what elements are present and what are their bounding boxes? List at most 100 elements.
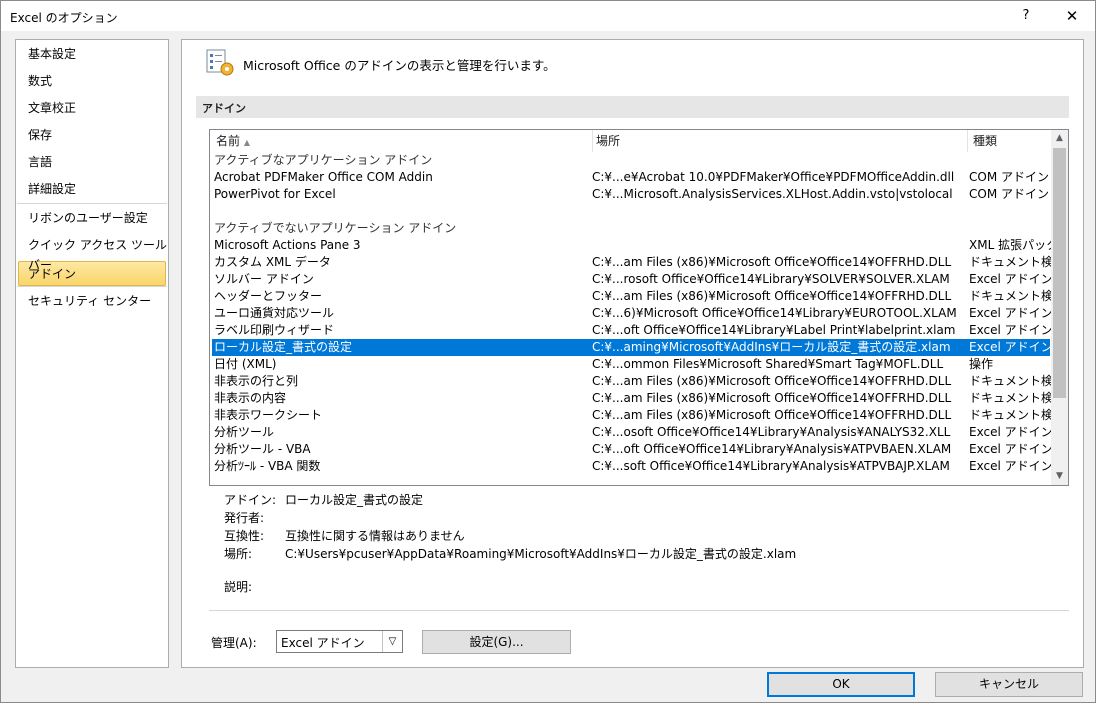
addins-list[interactable]: 名前 ▲ 場所 種類 アクティブなアプリケーション アドイン Acrobat P… bbox=[209, 129, 1069, 486]
addin-name-cell: 分析ツール bbox=[214, 425, 275, 439]
chevron-down-icon[interactable]: ▽ bbox=[382, 631, 402, 652]
panel-description: Microsoft Office のアドインの表示と管理を行います。 bbox=[243, 58, 556, 73]
addin-name-cell: ユーロ通貨対応ツール bbox=[214, 306, 335, 320]
column-header-name-label: 名前 bbox=[216, 134, 241, 148]
nav-item-save[interactable]: 保存 bbox=[28, 125, 52, 145]
addin-name-cell: ソルバー アドイン bbox=[214, 272, 314, 286]
addin-type-cell: Excel アドイン bbox=[969, 340, 1051, 354]
addin-type-cell: 操作 bbox=[969, 357, 994, 371]
addin-type-cell: Excel アドイン bbox=[969, 323, 1051, 337]
table-row[interactable]: ローカル設定_書式の設定 C:¥...aming¥Microsoft¥AddIns… bbox=[212, 339, 1051, 356]
addin-location-cell: C:¥...aming¥Microsoft¥AddIns¥ローカル設定_書式の設… bbox=[592, 340, 951, 354]
table-row[interactable]: PowerPivot for Excel C:¥...Microsoft.Anal… bbox=[212, 186, 1050, 203]
table-row[interactable]: 分析ツール - VBA C:¥...oft Office¥Office14¥Lib… bbox=[212, 441, 1051, 458]
table-row[interactable]: 非表示の行と列 C:¥...am Files (x86)¥Microsoft Of… bbox=[212, 373, 1051, 390]
ok-button[interactable]: OK bbox=[767, 672, 915, 697]
manage-label: 管理(A): bbox=[211, 636, 257, 650]
table-row[interactable]: 分析ツール C:¥...osoft Office¥Office14¥Library… bbox=[212, 424, 1051, 441]
addin-name-cell: カスタム XML データ bbox=[214, 255, 331, 269]
addin-location-cell: C:¥...oft Office¥Office14¥Library¥Analys… bbox=[592, 442, 952, 456]
addin-type-cell: XML 拡張パック bbox=[969, 238, 1051, 252]
addin-location-cell: C:¥...am Files (x86)¥Microsoft Office¥Of… bbox=[592, 255, 952, 269]
table-row[interactable]: Microsoft Actions Pane 3 XML 拡張パック bbox=[212, 237, 1051, 254]
scroll-up-icon[interactable]: ▲ bbox=[1051, 130, 1068, 147]
nav-item-trust-center[interactable]: セキュリティ センター bbox=[28, 291, 151, 311]
addin-location-cell: C:¥...soft Office¥Office14¥Library¥Analy… bbox=[592, 459, 950, 473]
scroll-thumb[interactable] bbox=[1053, 148, 1066, 398]
sort-ascending-icon: ▲ bbox=[243, 138, 250, 147]
addins-panel: Microsoft Office のアドインの表示と管理を行います。 アドイン … bbox=[181, 39, 1084, 668]
table-row[interactable]: ラベル印刷ウィザード C:¥...oft Office¥Office14¥Libr… bbox=[212, 322, 1051, 339]
column-divider[interactable] bbox=[592, 130, 593, 152]
column-header-name[interactable]: 名前 ▲ bbox=[216, 130, 250, 152]
table-row[interactable]: ヘッダーとフッター C:¥...am Files (x86)¥Microsoft … bbox=[212, 288, 1051, 305]
addin-type-cell: Excel アドイン bbox=[969, 425, 1051, 439]
addin-name-cell: 分析ツール - VBA bbox=[214, 442, 311, 456]
addin-location-cell: C:¥...am Files (x86)¥Microsoft Office¥Of… bbox=[592, 408, 952, 422]
detail-location-value: C:¥Users¥pcuser¥AppData¥Roaming¥Microsof… bbox=[285, 547, 797, 561]
excel-options-dialog: Excel のオプション ? ✕ 基本設定 数式 文章校正 保存 言語 詳細設定… bbox=[0, 0, 1096, 703]
manage-dropdown[interactable]: Excel アドイン ▽ bbox=[276, 630, 403, 653]
title-bar: Excel のオプション ? ✕ bbox=[1, 1, 1095, 31]
nav-item-proofing[interactable]: 文章校正 bbox=[28, 98, 76, 118]
addin-location-cell: C:¥...osoft Office¥Office14¥Library¥Anal… bbox=[592, 425, 951, 439]
table-row[interactable]: カスタム XML データ C:¥...am Files (x86)¥Microso… bbox=[212, 254, 1051, 271]
go-button[interactable]: 設定(G)... bbox=[422, 630, 571, 654]
addin-location-cell: C:¥...ommon Files¥Microsoft Shared¥Smart… bbox=[592, 357, 944, 371]
addin-name-cell: 日付 (XML) bbox=[214, 357, 277, 371]
addin-type-cell: Excel アドイン bbox=[969, 306, 1051, 320]
detail-description-label: 説明: bbox=[224, 580, 253, 594]
addin-name-cell: ローカル設定_書式の設定 bbox=[214, 340, 353, 354]
table-row[interactable]: 非表示ワークシート C:¥...am Files (x86)¥Microsoft … bbox=[212, 407, 1051, 424]
addin-location-cell: C:¥...e¥Acrobat 10.0¥PDFMaker¥Office¥PDF… bbox=[592, 170, 955, 184]
cancel-button[interactable]: キャンセル bbox=[935, 672, 1083, 697]
addin-name-cell: 分析ﾂｰﾙ - VBA 関数 bbox=[214, 459, 321, 473]
addin-location-cell: C:¥...Microsoft.AnalysisServices.XLHost.… bbox=[592, 187, 953, 201]
addins-gear-icon bbox=[206, 49, 234, 76]
table-row[interactable]: 非表示の内容 C:¥...am Files (x86)¥Microsoft Off… bbox=[212, 390, 1051, 407]
table-row[interactable]: 分析ﾂｰﾙ - VBA 関数 C:¥...soft Office¥Office14… bbox=[212, 458, 1051, 475]
panel-divider bbox=[209, 610, 1069, 611]
table-row[interactable]: ソルバー アドイン C:¥...rosoft Office¥Office14¥Li… bbox=[212, 271, 1051, 288]
column-header-location[interactable]: 場所 bbox=[596, 130, 620, 152]
addin-name-cell: PowerPivot for Excel bbox=[214, 187, 336, 201]
detail-compat-label: 互換性: bbox=[224, 529, 265, 543]
nav-item-advanced[interactable]: 詳細設定 bbox=[28, 179, 76, 199]
addin-name-cell: 非表示の行と列 bbox=[214, 374, 299, 388]
addin-name-cell: 非表示の内容 bbox=[214, 391, 287, 405]
addin-name-cell: 非表示ワークシート bbox=[214, 408, 323, 422]
addin-type-cell: Excel アドイン bbox=[969, 272, 1051, 286]
close-button[interactable]: ✕ bbox=[1051, 3, 1093, 29]
help-button[interactable]: ? bbox=[1013, 3, 1039, 29]
table-row[interactable]: 日付 (XML) C:¥...ommon Files¥Microsoft Shar… bbox=[212, 356, 1050, 373]
section-header: アドイン bbox=[196, 96, 1069, 118]
scroll-down-icon[interactable]: ▼ bbox=[1051, 468, 1068, 485]
addin-type-cell: Excel アドイン bbox=[969, 442, 1051, 456]
nav-item-basic[interactable]: 基本設定 bbox=[28, 44, 76, 64]
addin-type-cell: Excel アドイン bbox=[969, 459, 1051, 473]
nav-item-quick-access-toolbar[interactable]: クイック アクセス ツール バー bbox=[28, 235, 168, 272]
column-divider[interactable] bbox=[967, 130, 968, 152]
window-title: Excel のオプション bbox=[10, 11, 118, 25]
column-header-type[interactable]: 種類 bbox=[973, 130, 997, 152]
detail-addin-value: ローカル設定_書式の設定 bbox=[285, 493, 424, 507]
detail-addin-label: アドイン: bbox=[224, 493, 277, 507]
manage-dropdown-value: Excel アドイン bbox=[281, 636, 365, 650]
nav-item-addins[interactable]: アドイン bbox=[28, 264, 76, 284]
nav-divider bbox=[17, 203, 167, 204]
addin-type-cell: ドキュメント検査 bbox=[969, 408, 1051, 422]
nav-item-language[interactable]: 言語 bbox=[28, 152, 52, 172]
table-row[interactable]: Acrobat PDFMaker Office COM Addin C:¥...e… bbox=[212, 169, 1050, 186]
nav-item-formulas[interactable]: 数式 bbox=[28, 71, 52, 91]
table-row[interactable]: ユーロ通貨対応ツール C:¥...6)¥Microsoft Office¥Offi… bbox=[212, 305, 1051, 322]
vertical-scrollbar[interactable]: ▲ ▼ bbox=[1051, 130, 1068, 485]
options-nav: 基本設定 数式 文章校正 保存 言語 詳細設定 リボンのユーザー設定 クイック … bbox=[15, 39, 169, 668]
addin-location-cell: C:¥...am Files (x86)¥Microsoft Office¥Of… bbox=[592, 374, 952, 388]
addin-name-cell: ヘッダーとフッター bbox=[214, 289, 323, 303]
addin-location-cell: C:¥...6)¥Microsoft Office¥Office14¥Libra… bbox=[592, 306, 957, 320]
addin-type-cell: COM アドイン bbox=[969, 170, 1049, 184]
addin-location-cell: C:¥...rosoft Office¥Office14¥Library¥SOL… bbox=[592, 272, 950, 286]
addin-name-cell: ラベル印刷ウィザード bbox=[214, 323, 335, 337]
group-inactive-addins: アクティブでないアプリケーション アドイン bbox=[214, 221, 457, 235]
nav-item-customize-ribbon[interactable]: リボンのユーザー設定 bbox=[28, 208, 148, 228]
